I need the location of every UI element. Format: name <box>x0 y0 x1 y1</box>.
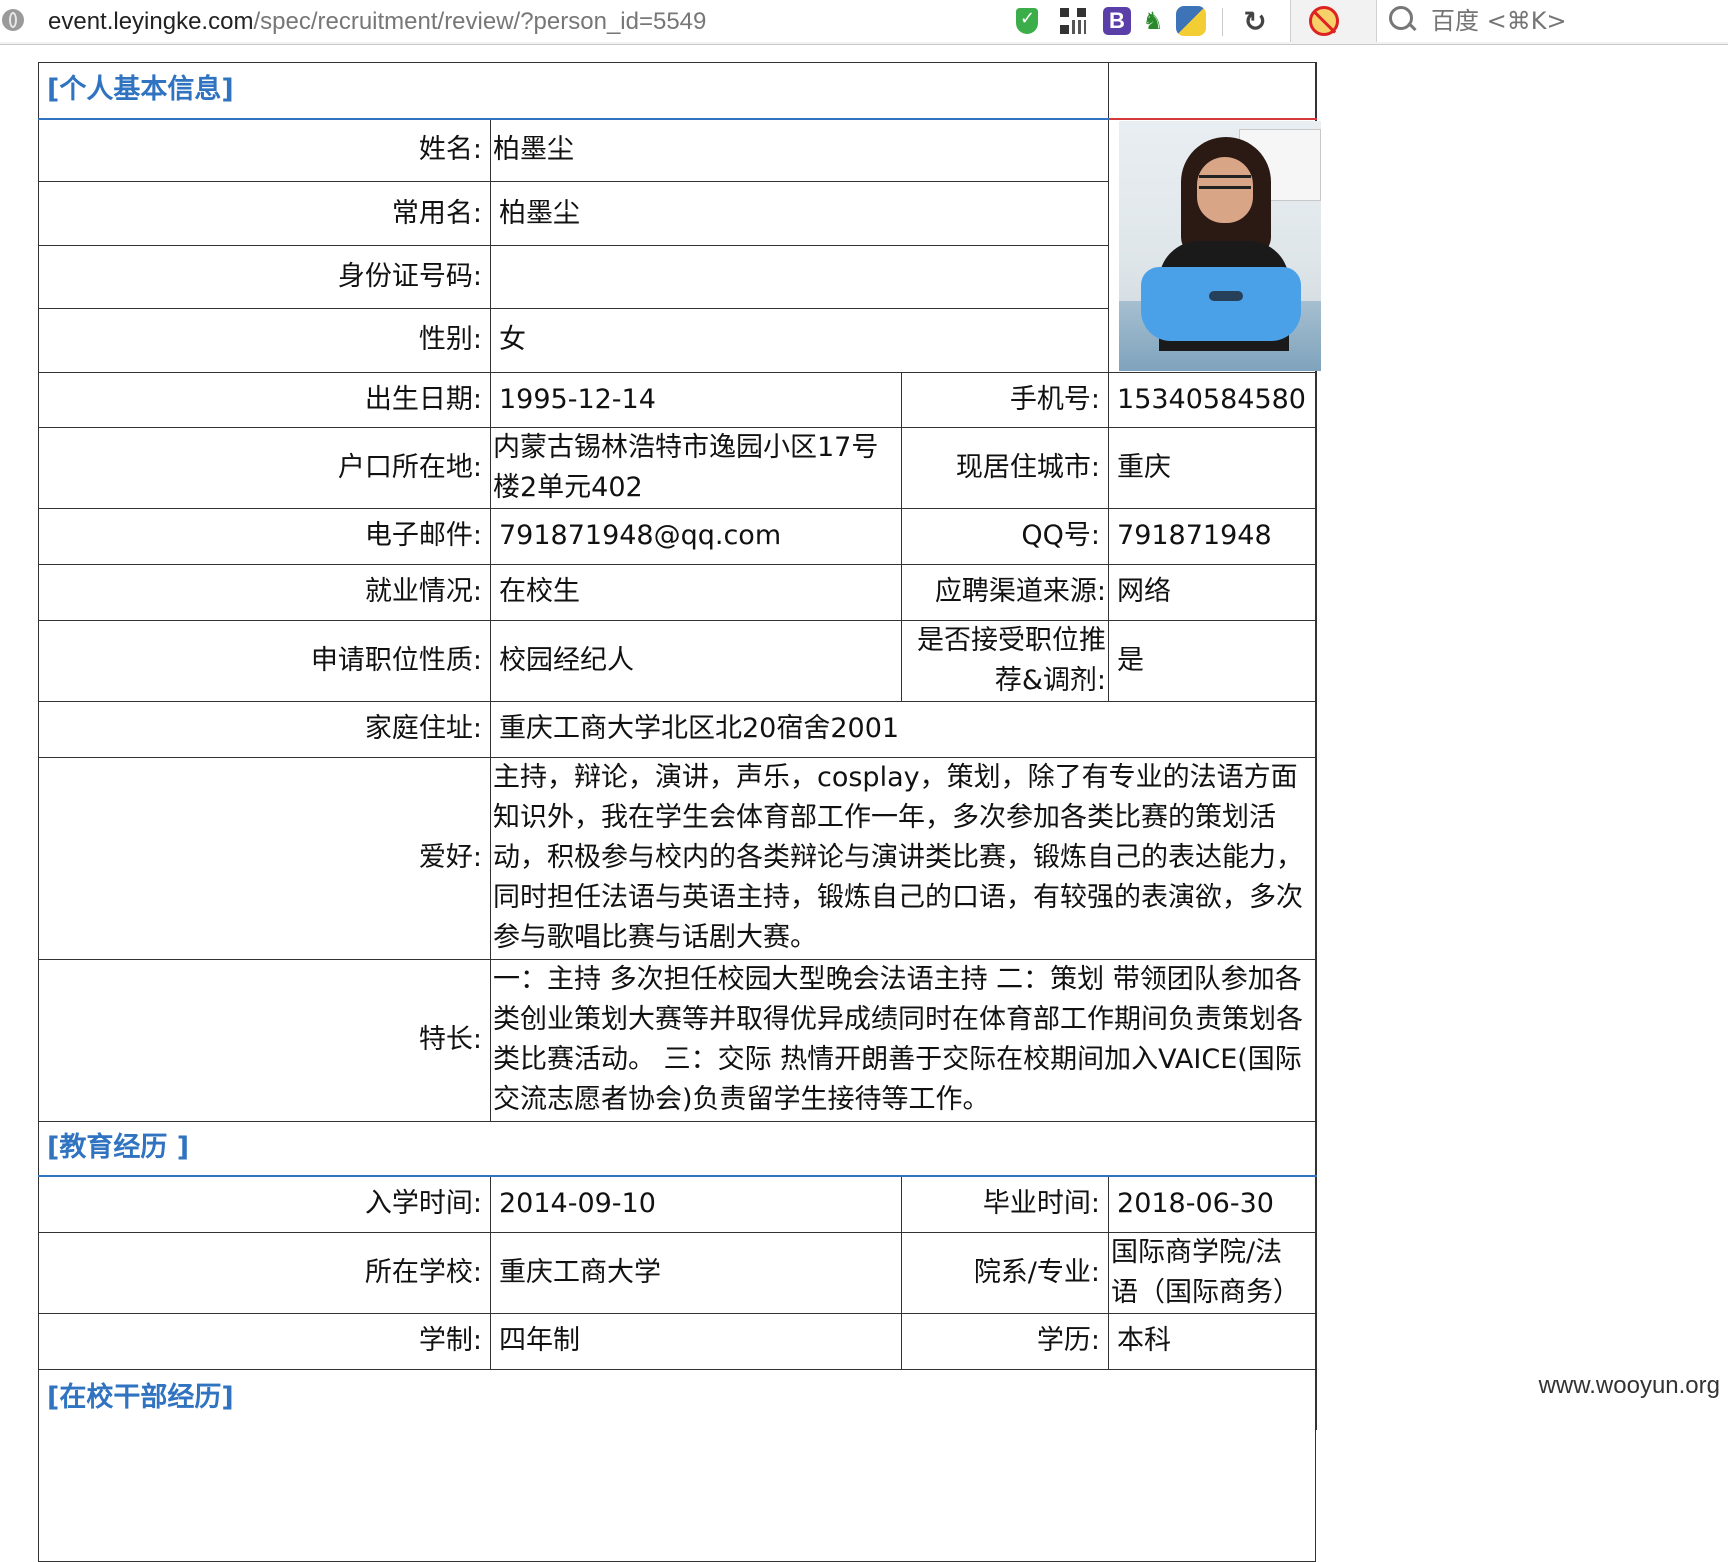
degree-label: 学历: <box>900 1312 1110 1370</box>
address-label: 家庭住址: <box>38 700 491 758</box>
reload-icon[interactable]: ↻ <box>1238 5 1272 38</box>
hukou-label: 户口所在地: <box>38 426 491 509</box>
city-label: 现居住城市: <box>900 426 1110 509</box>
phone-value: 15340584580 <box>1108 371 1318 428</box>
school-value: 重庆工商大学 <box>490 1231 902 1314</box>
accept-value: 是 <box>1108 619 1318 702</box>
birth-value: 1995-12-14 <box>490 371 902 428</box>
python-icon[interactable] <box>1174 6 1208 36</box>
name-value: 柏墨尘 <box>489 117 1110 183</box>
major-label: 院系/专业: <box>900 1231 1110 1314</box>
applicant-photo <box>1119 120 1322 371</box>
b-icon[interactable]: B <box>1102 6 1132 36</box>
noscript-icon[interactable] <box>1306 6 1342 36</box>
enroll-value: 2014-09-10 <box>490 1175 902 1233</box>
section-title-personal: [个人基本信息] <box>37 62 1110 120</box>
section-title-education: [教育经历 ] <box>37 1120 1318 1177</box>
name-label: 姓名: <box>38 117 491 183</box>
degree-value: 本科 <box>1108 1312 1318 1370</box>
channel-value: 网络 <box>1108 563 1318 621</box>
employment-value: 在校生 <box>490 563 902 621</box>
employment-label: 就业情况: <box>38 563 491 621</box>
gender-value: 女 <box>489 308 1110 373</box>
major-value: 国际商学院/法语（国际商务） <box>1108 1231 1318 1314</box>
section-title-cadre: [在校干部经历] <box>37 1368 1318 1430</box>
url-text[interactable]: event.leyingke.com/spec/recruitment/revi… <box>48 8 706 36</box>
enroll-label: 入学时间: <box>38 1175 491 1233</box>
phone-label: 手机号: <box>900 371 1110 428</box>
search-input[interactable] <box>1429 6 1713 36</box>
shield-icon[interactable] <box>1013 6 1041 36</box>
id-value <box>489 244 1110 310</box>
address-bar[interactable]: event.leyingke.com/spec/recruitment/revi… <box>0 0 1291 42</box>
email-label: 电子邮件: <box>38 507 491 565</box>
browser-toolbar: event.leyingke.com/spec/recruitment/revi… <box>0 0 1728 45</box>
search-box[interactable] <box>1376 0 1728 42</box>
photo-cell <box>1108 118 1322 373</box>
globe-icon <box>2 9 24 31</box>
hobby-value: 主持，辩论，演讲，声乐，cosplay，策划，除了有专业的法语方面知识外，我在学… <box>489 756 1318 960</box>
qq-value: 791871948 <box>1108 507 1318 565</box>
page-content: [个人基本信息] 姓名: 柏墨尘 常用名: 柏墨尘 身份证号码: 性别: 女 出… <box>0 44 1728 1562</box>
school-label: 所在学校: <box>38 1231 491 1314</box>
channel-label: 应聘渠道来源: <box>900 563 1110 621</box>
toolbar-separator <box>1222 8 1223 36</box>
gender-label: 性别: <box>38 308 491 373</box>
duration-label: 学制: <box>38 1312 491 1370</box>
skill-label: 特长: <box>38 958 491 1122</box>
position-label: 申请职位性质: <box>38 619 491 702</box>
horse-icon[interactable]: ♞ <box>1138 6 1168 36</box>
id-label: 身份证号码: <box>38 244 491 310</box>
address-value: 重庆工商大学北区北20宿舍2001 <box>489 700 1318 758</box>
resume-table: [个人基本信息] 姓名: 柏墨尘 常用名: 柏墨尘 身份证号码: 性别: 女 出… <box>37 62 1322 1430</box>
section-title-personal-right <box>1108 62 1318 120</box>
birth-label: 出生日期: <box>38 371 491 428</box>
skill-value: 一：主持 多次担任校园大型晚会法语主持 二：策划 带领团队参加各类创业策划大赛等… <box>489 958 1318 1122</box>
common-name-label: 常用名: <box>38 181 491 246</box>
graduate-value: 2018-06-30 <box>1108 1175 1318 1233</box>
position-value: 校园经纪人 <box>490 619 902 702</box>
hukou-value: 内蒙古锡林浩特市逸园小区17号楼2单元402 <box>490 426 902 509</box>
hobby-label: 爱好: <box>38 756 491 960</box>
city-value: 重庆 <box>1108 426 1318 509</box>
url-path: /spec/recruitment/review/?person_id=5549 <box>253 8 707 35</box>
qr-code-icon[interactable] <box>1058 6 1088 36</box>
common-name-value: 柏墨尘 <box>489 181 1110 246</box>
email-value: 791871948@qq.com <box>490 507 902 565</box>
url-host: event.leyingke.com <box>48 8 254 35</box>
qq-label: QQ号: <box>900 507 1110 565</box>
search-icon <box>1389 6 1413 30</box>
duration-value: 四年制 <box>490 1312 902 1370</box>
accept-label: 是否接受职位推荐&调剂: <box>900 619 1110 702</box>
watermark: www.wooyun.org <box>1538 1372 1720 1399</box>
graduate-label: 毕业时间: <box>900 1175 1110 1233</box>
